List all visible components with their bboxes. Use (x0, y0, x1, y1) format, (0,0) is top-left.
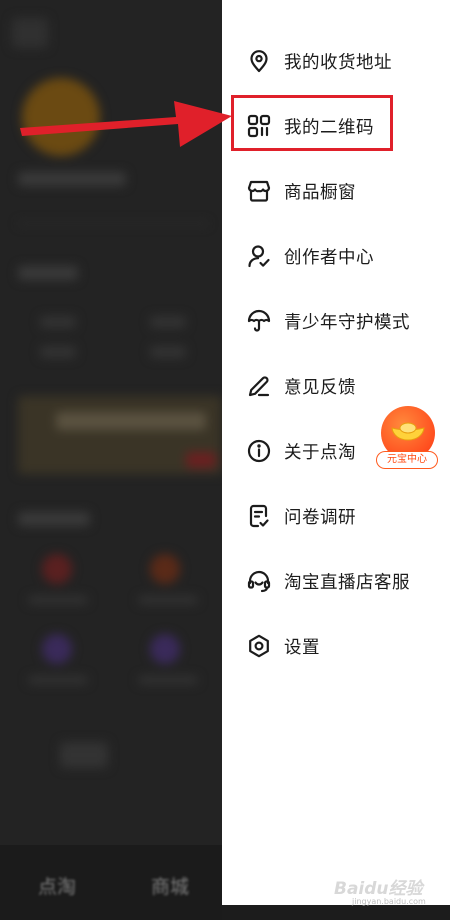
menu-item-survey[interactable]: 问卷调研 (246, 501, 436, 531)
yuanbao-label: 元宝中心 (376, 451, 438, 469)
menu-label: 设置 (284, 637, 320, 658)
highlight-box (231, 95, 393, 151)
yuanbao-center-badge[interactable]: 元宝中心 (376, 406, 438, 470)
creator-user-icon (246, 243, 272, 269)
pencil-icon (246, 373, 272, 399)
menu-item-feedback[interactable]: 意见反馈 (246, 371, 436, 401)
menu-item-settings[interactable]: 设置 (246, 631, 436, 661)
menu-label: 创作者中心 (284, 247, 374, 268)
watermark-logo: Baidu经验 (334, 879, 423, 899)
menu-label: 商品橱窗 (284, 182, 356, 203)
menu-label: 淘宝直播店客服 (284, 572, 410, 593)
background-tab-mall: 商城 (151, 876, 190, 898)
headset-icon (246, 568, 272, 594)
menu-label: 关于点淘 (284, 442, 356, 463)
avatar (22, 78, 100, 156)
menu-label: 我的收货地址 (284, 52, 392, 73)
survey-icon (246, 503, 272, 529)
location-pin-icon (246, 48, 272, 74)
menu-label: 问卷调研 (284, 507, 356, 528)
menu-item-creator-center[interactable]: 创作者中心 (246, 241, 436, 271)
menu-item-shipping-address[interactable]: 我的收货地址 (246, 46, 436, 76)
umbrella-icon (246, 308, 272, 334)
menu-label: 青少年守护模式 (284, 312, 410, 333)
storefront-icon (246, 178, 272, 204)
menu-item-live-store-service[interactable]: 淘宝直播店客服 (246, 566, 436, 596)
gear-icon (246, 633, 272, 659)
info-icon (246, 438, 272, 464)
watermark-url: jingyan.baidu.com (352, 897, 426, 906)
background-page (0, 0, 222, 845)
gold-ingot-icon (391, 422, 425, 441)
background-tab-diantao: 点淘 (38, 876, 77, 898)
menu-item-product-showcase[interactable]: 商品橱窗 (246, 176, 436, 206)
menu-label: 意见反馈 (284, 377, 356, 398)
system-nav-strip (222, 905, 450, 920)
menu-item-teen-protection[interactable]: 青少年守护模式 (246, 306, 436, 336)
